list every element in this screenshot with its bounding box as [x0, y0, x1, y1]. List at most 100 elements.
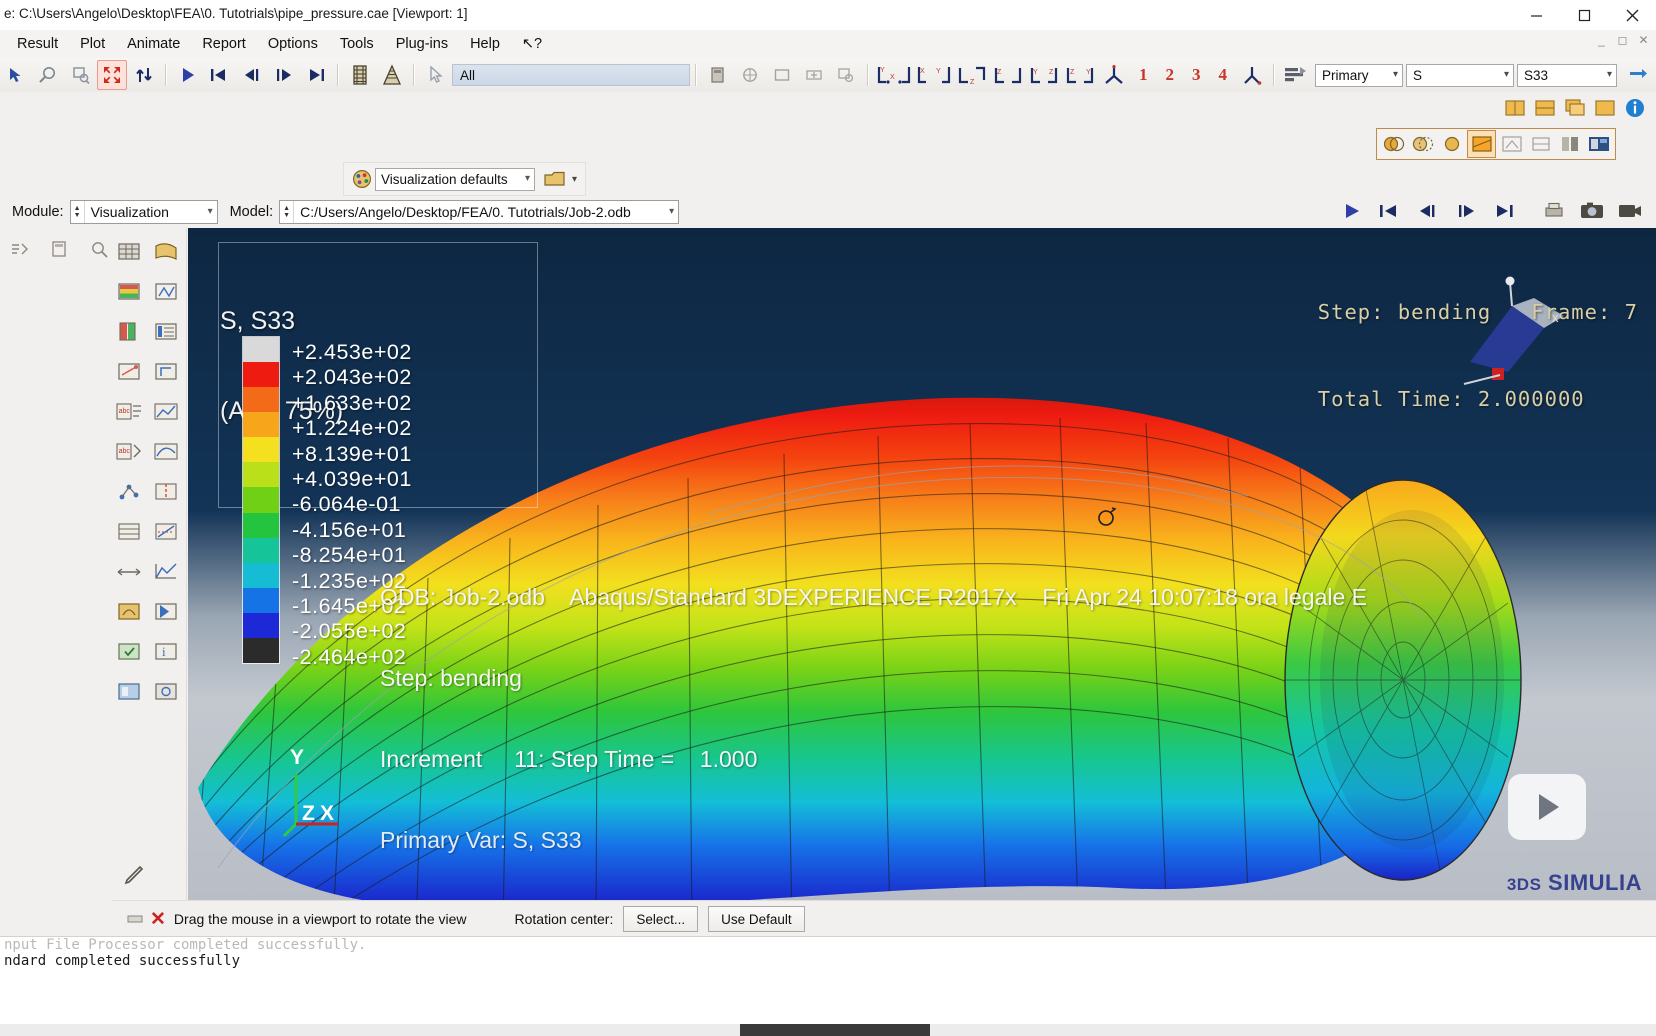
module-combo[interactable]: ▲ ▼ Visualization ▾ — [69, 200, 218, 224]
menu-animate[interactable]: Animate — [116, 34, 191, 54]
xy-data-manager-icon[interactable]: abc — [112, 392, 146, 432]
contour-options-small-icon[interactable] — [112, 312, 146, 352]
maximize-button[interactable] — [1560, 0, 1608, 30]
refresh-output-icon[interactable] — [1623, 60, 1653, 90]
select-entity-icon[interactable] — [421, 60, 451, 90]
common-plot-options-icon[interactable] — [377, 60, 407, 90]
previous-frame-icon[interactable] — [237, 60, 267, 90]
play-animation-icon[interactable] — [173, 60, 203, 90]
xy-plot-icon[interactable] — [149, 392, 183, 432]
visualization-defaults-dropdown[interactable]: Visualization defaults ▾ — [375, 167, 535, 191]
print-viewport-icon[interactable] — [1540, 197, 1568, 225]
view-preset-1-button[interactable]: 1 — [1130, 65, 1157, 85]
viewport-tile-vertical-icon[interactable] — [1531, 95, 1558, 121]
last-frame-icon[interactable] — [301, 60, 331, 90]
material-orientation-icon[interactable] — [1527, 131, 1554, 157]
path-create-icon[interactable] — [112, 472, 146, 512]
save-view-icon[interactable] — [1237, 60, 1267, 90]
output-position-dropdown[interactable]: Primary ▾ — [1315, 63, 1403, 87]
prompt-back-icon[interactable] — [122, 906, 148, 932]
context-help-icon[interactable]: ↖? — [511, 34, 553, 54]
info-icon[interactable] — [1621, 95, 1648, 121]
create-field-output-icon[interactable] — [112, 632, 146, 672]
sort-updown-icon[interactable] — [129, 60, 159, 90]
model-spinner-icon[interactable]: ▲ ▼ — [280, 201, 295, 223]
allow-multiple-plot-icon[interactable] — [1556, 131, 1583, 157]
view-manipulate-icon[interactable] — [149, 672, 183, 712]
menu-tools[interactable]: Tools — [329, 34, 385, 54]
save-defaults-icon[interactable] — [541, 166, 568, 192]
shaded-contour-icon[interactable] — [1467, 130, 1496, 158]
mdi-restore-icon[interactable]: ◻ — [1616, 34, 1629, 47]
display-group-selector[interactable]: All — [452, 64, 690, 86]
mdi-minimize-icon[interactable]: _ — [1595, 34, 1608, 47]
viewport-1[interactable]: x S, S33 (Avg: 75%) +2.453e+02 +2.043e+02… — [188, 228, 1656, 900]
capture-image-icon[interactable] — [1578, 197, 1606, 225]
group-magnifier-icon[interactable] — [831, 60, 861, 90]
animation-first-icon[interactable] — [1376, 197, 1404, 225]
view-preset-3-button[interactable]: 3 — [1183, 65, 1210, 85]
animation-next-icon[interactable] — [1452, 197, 1480, 225]
plot-deformed-icon[interactable] — [149, 232, 183, 272]
close-button[interactable] — [1608, 0, 1656, 30]
animation-last-icon[interactable] — [1490, 197, 1518, 225]
query-icon[interactable] — [2, 234, 36, 264]
zoom-out-icon[interactable] — [33, 60, 63, 90]
view-yz-plane-icon[interactable]: Z — [955, 60, 989, 90]
toolbox-pen-icon[interactable] — [118, 856, 152, 896]
wireframe-icon[interactable] — [1380, 131, 1407, 157]
menu-options[interactable]: Options — [257, 34, 329, 54]
viewport-cascade-icon[interactable] — [1561, 95, 1588, 121]
capture-movie-icon[interactable] — [1616, 197, 1644, 225]
xy-data-from-path-icon[interactable] — [149, 432, 183, 472]
replace-display-group-icon[interactable] — [735, 60, 765, 90]
zoom-box-icon[interactable] — [65, 60, 95, 90]
output-variable-dropdown[interactable]: S ▾ — [1406, 63, 1514, 87]
probe-values-icon[interactable] — [82, 234, 116, 264]
path-ruler-icon[interactable] — [112, 552, 146, 592]
view-cut-manager-icon[interactable] — [112, 512, 146, 552]
message-scrollbar[interactable] — [0, 1024, 1656, 1036]
apply-iso-view-icon[interactable] — [1099, 60, 1129, 90]
filled-icon[interactable] — [1438, 131, 1465, 157]
menu-plugins[interactable]: Plug-ins — [385, 34, 459, 54]
plot-symbols-icon[interactable] — [149, 272, 183, 312]
viewport-single-icon[interactable] — [1591, 95, 1618, 121]
color-palette-icon[interactable] — [348, 166, 375, 192]
use-default-button[interactable]: Use Default — [708, 906, 805, 932]
select-button[interactable]: Select... — [623, 906, 699, 932]
auto-fit-view-icon[interactable] — [97, 60, 127, 90]
symbol-options-icon[interactable] — [112, 352, 146, 392]
animation-previous-icon[interactable] — [1414, 197, 1442, 225]
mdi-close-icon[interactable]: ✕ — [1637, 34, 1650, 47]
view-iso3-icon[interactable]: ZY — [1063, 60, 1097, 90]
create-display-group-icon[interactable] — [703, 60, 733, 90]
output-component-dropdown[interactable]: S33 ▾ — [1517, 63, 1617, 87]
plot-contours-icon[interactable] — [112, 272, 146, 312]
menu-result[interactable]: Result — [6, 34, 69, 54]
save-defaults-dropdown-arrow[interactable]: ▾ — [568, 174, 581, 185]
view-preset-4-button[interactable]: 4 — [1210, 65, 1237, 85]
model-combo[interactable]: ▲ ▼ C:/Users/Angelo/Desktop/FEA/0. Tutotr… — [279, 200, 680, 224]
view-iso2-icon[interactable]: YZ — [1027, 60, 1061, 90]
material-orient-options-icon[interactable] — [149, 352, 183, 392]
cancel-icon[interactable]: ✕ — [150, 908, 166, 931]
module-spinner-icon[interactable]: ▲ ▼ — [71, 201, 85, 223]
free-body-cut-icon[interactable] — [149, 472, 183, 512]
viewport-tile-horizontal-icon[interactable] — [1501, 95, 1528, 121]
view-xz-plane-icon[interactable]: XY — [915, 60, 953, 90]
symbol-plot-icon[interactable] — [1498, 131, 1525, 157]
stress-linearization-icon[interactable] — [149, 512, 183, 552]
menu-help[interactable]: Help — [459, 34, 511, 54]
first-frame-icon[interactable] — [205, 60, 235, 90]
menu-plot[interactable]: Plot — [69, 34, 116, 54]
contour-options-icon[interactable] — [345, 60, 375, 90]
odb-display-options-icon[interactable] — [112, 672, 146, 712]
add-to-group-icon[interactable] — [799, 60, 829, 90]
view-preset-2-button[interactable]: 2 — [1157, 65, 1184, 85]
message-area[interactable]: nput File Processor completed successful… — [0, 936, 1656, 1036]
message-scrollbar-thumb[interactable] — [740, 1024, 930, 1036]
animate-time-history-icon[interactable] — [149, 592, 183, 632]
xy-plot-options-icon[interactable] — [149, 552, 183, 592]
viewport-annotation-icon[interactable] — [1585, 131, 1612, 157]
